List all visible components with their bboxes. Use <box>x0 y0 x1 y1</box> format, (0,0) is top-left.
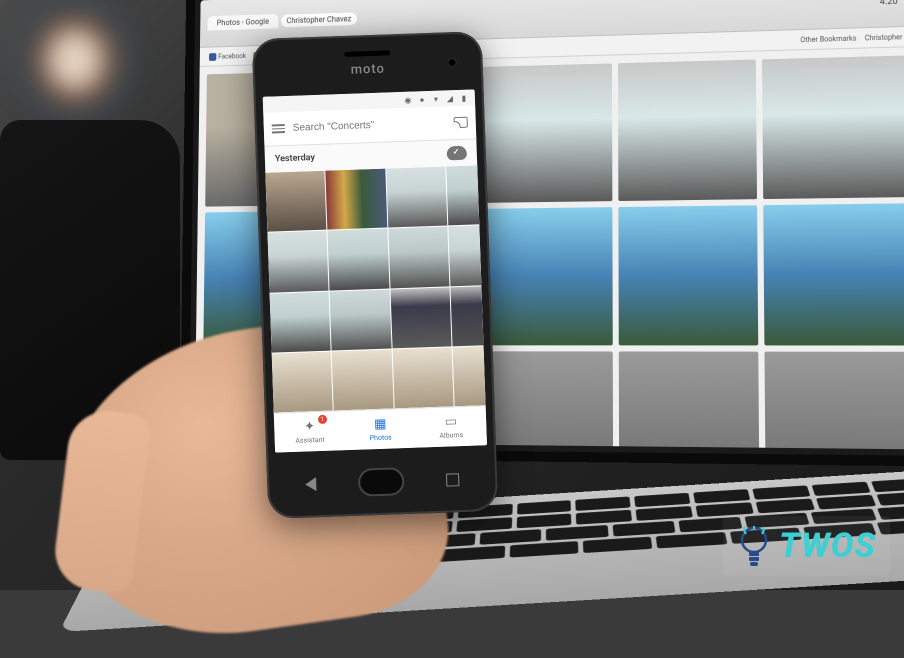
photo-thumb[interactable] <box>326 169 387 230</box>
photo-thumb[interactable] <box>476 207 612 346</box>
photo-thumb[interactable] <box>332 349 393 410</box>
albums-icon: ▭ <box>444 414 457 429</box>
nav-label: Assistant <box>295 436 325 445</box>
nav-photos[interactable]: ▦ Photos <box>344 409 416 450</box>
photo-thumb[interactable] <box>450 285 485 346</box>
recent-apps-button-icon[interactable] <box>446 473 459 486</box>
section-label: Yesterday <box>275 153 315 164</box>
back-button-icon[interactable] <box>305 477 316 491</box>
photo-thumb[interactable] <box>272 351 333 412</box>
system-time: 4:20 <box>880 0 904 7</box>
photo-thumb[interactable] <box>386 166 447 227</box>
photo-thumb[interactable] <box>477 63 612 202</box>
nav-label: Photos <box>370 434 392 443</box>
logo-text: TWOS <box>779 526 876 566</box>
photo-thumb[interactable] <box>265 171 326 232</box>
wifi-icon: ▾ <box>431 94 441 104</box>
photo-thumb[interactable] <box>476 352 613 450</box>
photo-thumb[interactable] <box>388 227 449 288</box>
assistant-icon: ✦ <box>304 419 315 434</box>
phone-brand-logo: moto <box>350 62 385 78</box>
photo-thumb[interactable] <box>270 291 331 352</box>
photos-icon: ▦ <box>374 417 387 432</box>
cloud-backup-icon[interactable] <box>447 146 467 161</box>
twos-logo-watermark: TWOS <box>723 516 890 576</box>
background-scene: Photos - Google Christopher Chavez 4:20 … <box>0 0 904 590</box>
lightbulb-icon <box>737 524 771 568</box>
photo-thumb[interactable] <box>452 345 485 406</box>
photo-thumb[interactable] <box>328 229 389 290</box>
photo-thumb[interactable] <box>267 231 328 292</box>
messenger-icon: ◉ <box>403 95 413 105</box>
cast-icon[interactable] <box>454 117 468 128</box>
photo-thumb[interactable] <box>618 205 758 346</box>
nav-assistant[interactable]: ✦ Assistant 1 <box>274 411 346 452</box>
photo-thumb[interactable] <box>448 225 486 286</box>
hamburger-menu-icon[interactable] <box>272 124 285 133</box>
notification-icon: ● <box>417 94 427 104</box>
phone-photo-grid <box>265 165 485 412</box>
signal-icon: ◢ <box>445 93 455 103</box>
photo-thumb[interactable] <box>762 56 904 199</box>
browser-profile-name[interactable]: Christopher Chavez <box>281 12 357 27</box>
phone-bezel-top: moto <box>252 31 484 97</box>
photo-thumb[interactable] <box>330 289 391 350</box>
photo-thumb[interactable] <box>392 347 453 408</box>
browser-tab[interactable]: Photos - Google <box>208 14 279 31</box>
notification-badge: 1 <box>318 415 327 424</box>
smartphone: moto ◉ ● ▾ ◢ ▮ Yesterday <box>252 31 499 519</box>
nav-label: Albums <box>439 431 463 440</box>
photo-thumb[interactable] <box>390 287 451 348</box>
photo-thumb[interactable] <box>618 60 758 201</box>
bookmark-item[interactable]: Facebook <box>209 52 246 61</box>
front-camera <box>447 58 456 67</box>
nav-albums[interactable]: ▭ Albums <box>415 406 487 447</box>
phone-speaker <box>344 50 390 57</box>
blurred-figure <box>20 0 130 120</box>
android-nav-bar <box>266 445 498 519</box>
battery-icon: ▮ <box>459 93 469 103</box>
user-menu[interactable]: Christopher <box>865 33 903 42</box>
bookmark-other[interactable]: Other Bookmarks <box>800 34 856 44</box>
home-button[interactable] <box>358 467 405 497</box>
phone-screen: ◉ ● ▾ ◢ ▮ Yesterday <box>263 89 487 452</box>
photo-thumb[interactable] <box>619 352 760 450</box>
photo-thumb[interactable] <box>446 165 486 225</box>
photo-thumb[interactable] <box>765 352 904 449</box>
search-input[interactable] <box>293 117 446 133</box>
photo-thumb[interactable] <box>764 203 904 346</box>
